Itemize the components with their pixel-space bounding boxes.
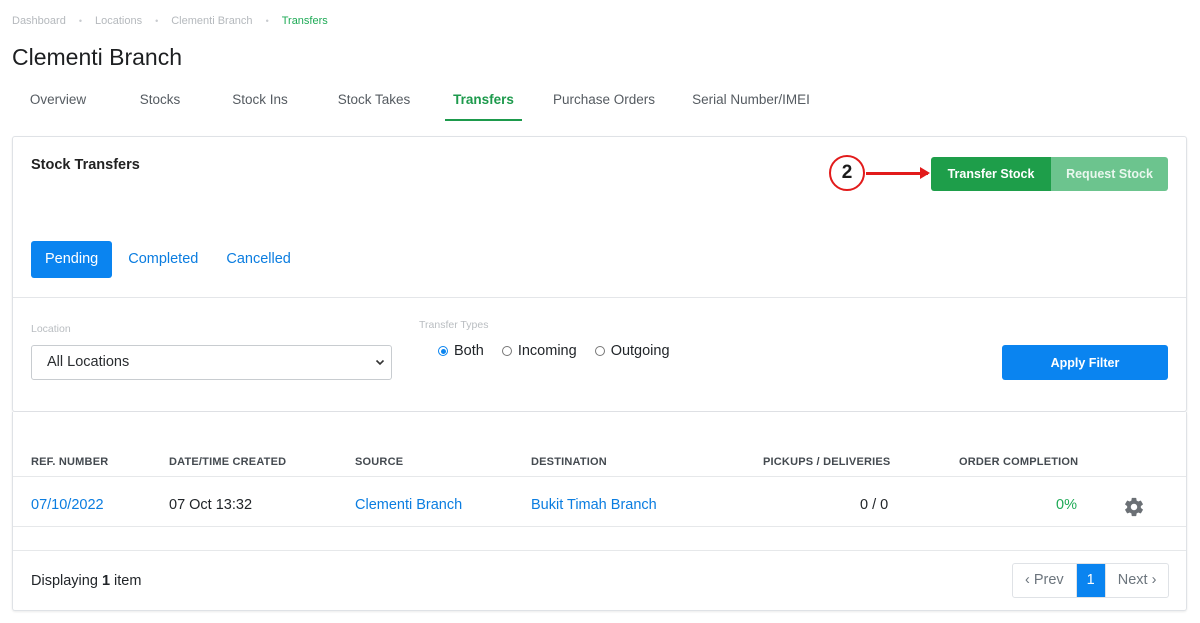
pagination: ‹ Prev 1 Next › (1012, 563, 1170, 598)
page-1-button[interactable]: 1 (1075, 564, 1106, 597)
transfer-button-group: Transfer Stock Request Stock (931, 157, 1168, 191)
location-select-value: All Locations (47, 354, 130, 370)
radio-both[interactable]: Both (438, 343, 484, 359)
displaying-suffix: item (114, 573, 142, 589)
card-title: Stock Transfers (31, 157, 140, 173)
status-tab-completed[interactable]: Completed (114, 241, 212, 278)
tab-purchase-orders[interactable]: Purchase Orders (545, 80, 663, 121)
tab-transfers[interactable]: Transfers (445, 80, 522, 121)
breadcrumb-locations[interactable]: Locations (95, 15, 142, 27)
annotation-arrow (866, 167, 930, 179)
status-tabs: Pending Completed Cancelled (31, 241, 305, 278)
location-label: Location (31, 323, 71, 335)
transfers-table: REF. NUMBER DATE/TIME CREATED SOURCE DES… (12, 412, 1187, 611)
item-count: 1 (101, 573, 111, 589)
transfer-types-label: Transfer Types (419, 319, 489, 331)
breadcrumb-clementi-branch[interactable]: Clementi Branch (171, 15, 252, 27)
displaying-count: Displaying 1 item (31, 573, 141, 589)
header-ref-number: REF. NUMBER (31, 456, 109, 468)
breadcrumb-separator: • (78, 16, 82, 26)
header-order-completion: ORDER COMPLETION (959, 456, 1079, 468)
location-select[interactable]: All Locations (31, 345, 392, 380)
completion-cell: 0% (1056, 497, 1077, 513)
tab-stocks[interactable]: Stocks (108, 80, 212, 121)
breadcrumb-separator: • (155, 16, 159, 26)
breadcrumb-dashboard[interactable]: Dashboard (12, 15, 66, 27)
radio-indicator (501, 346, 512, 356)
radio-label: Both (454, 343, 484, 359)
header-pickups-deliveries: PICKUPS / DELIVERIES (763, 456, 891, 468)
displaying-prefix: Displaying (31, 573, 98, 589)
prev-page-button[interactable]: ‹ Prev (1013, 564, 1076, 597)
stock-transfers-card: Stock Transfers Transfer Stock Request S… (12, 136, 1187, 412)
source-link[interactable]: Clementi Branch (355, 497, 462, 513)
breadcrumb-separator: • (265, 16, 269, 26)
tab-stock-ins[interactable]: Stock Ins (218, 80, 302, 121)
tab-overview[interactable]: Overview (12, 80, 104, 121)
tab-serial-number-imei[interactable]: Serial Number/IMEI (686, 80, 816, 121)
radio-indicator (438, 346, 448, 356)
location-tabs: Overview Stocks Stock Ins Stock Takes Tr… (12, 80, 1200, 121)
header-source: SOURCE (355, 456, 404, 468)
destination-link[interactable]: Bukit Timah Branch (531, 497, 657, 513)
gear-icon[interactable] (1123, 496, 1145, 518)
radio-label: Incoming (517, 343, 577, 359)
ref-number-link[interactable]: 07/10/2022 (31, 497, 104, 513)
next-page-button[interactable]: Next › (1106, 564, 1169, 597)
divider (13, 297, 1186, 298)
breadcrumb-transfers: Transfers (281, 15, 328, 27)
radio-label: Outgoing (610, 343, 670, 359)
divider (13, 550, 1186, 551)
header-date-created: DATE/TIME CREATED (169, 456, 287, 468)
chevron-down-icon (375, 346, 385, 393)
radio-incoming[interactable]: Incoming (501, 343, 577, 359)
transfer-type-radios: Both Incoming Outgoing (438, 343, 688, 359)
breadcrumb: Dashboard • Locations • Clementi Branch … (12, 15, 328, 27)
created-cell: 07 Oct 13:32 (169, 497, 253, 513)
divider (13, 526, 1186, 527)
status-tab-pending[interactable]: Pending (31, 241, 113, 278)
radio-indicator (594, 346, 605, 356)
apply-filter-button[interactable]: Apply Filter (1002, 345, 1168, 380)
request-stock-button[interactable]: Request Stock (1051, 157, 1168, 191)
divider (13, 476, 1186, 477)
transfer-stock-button[interactable]: Transfer Stock (931, 157, 1051, 191)
annotation-marker: 2 (829, 155, 865, 191)
pickups-cell: 0 / 0 (860, 497, 889, 513)
tab-stock-takes[interactable]: Stock Takes (324, 80, 424, 121)
radio-outgoing[interactable]: Outgoing (594, 343, 670, 359)
header-destination: DESTINATION (531, 456, 607, 468)
page-title: Clementi Branch (12, 44, 183, 70)
status-tab-cancelled[interactable]: Cancelled (212, 241, 305, 278)
